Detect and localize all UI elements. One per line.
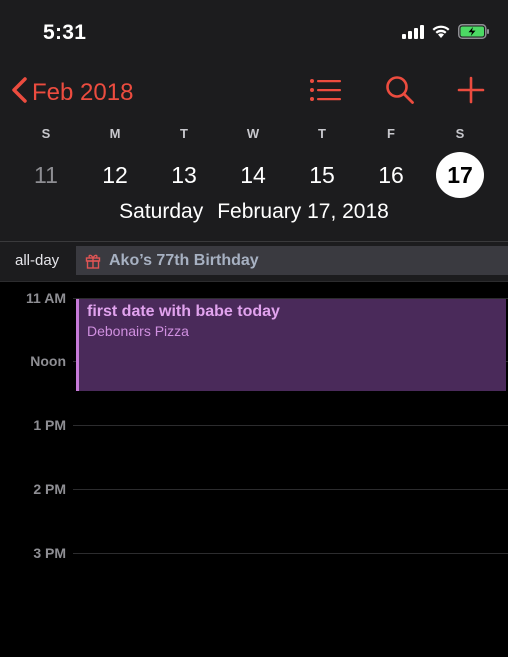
weekday-label: T	[318, 126, 326, 141]
back-label: Feb 2018	[32, 78, 134, 106]
weekday-label: S	[41, 126, 51, 141]
weekday-label: F	[387, 126, 395, 141]
day-16[interactable]: 16	[367, 152, 415, 198]
weekday-label: M	[109, 126, 121, 141]
day-14[interactable]: 14	[229, 152, 277, 198]
event-location: Debonairs Pizza	[87, 323, 189, 339]
all-day-event-title: Ako’s 77th Birthday	[109, 251, 259, 269]
status-time: 5:31	[43, 21, 87, 44]
all-day-label: all-day	[15, 252, 60, 269]
chevron-left-icon	[10, 76, 28, 109]
day-12[interactable]: 12	[91, 152, 139, 198]
list-view-button[interactable]	[306, 74, 344, 110]
hour-label: 3 PM	[33, 545, 66, 561]
status-icons	[402, 24, 490, 44]
calendar-event[interactable]: first date with babe today Debonairs Piz…	[76, 299, 506, 391]
gift-icon	[85, 253, 101, 269]
cellular-signal-icon	[402, 24, 424, 44]
day-17-selected[interactable]: 17	[436, 152, 484, 198]
selected-weekday: Saturday	[119, 200, 204, 223]
hour-label: 11 AM	[26, 290, 66, 306]
day-11[interactable]: 11	[22, 152, 70, 198]
search-icon	[385, 75, 415, 110]
day-15[interactable]: 15	[298, 152, 346, 198]
day-13[interactable]: 13	[160, 152, 208, 198]
hour-label: 1 PM	[33, 417, 66, 433]
all-day-event[interactable]: Ako’s 77th Birthday	[76, 246, 508, 275]
add-event-button[interactable]	[452, 74, 490, 110]
event-title: first date with babe today	[87, 303, 280, 320]
weekday-label: W	[246, 126, 260, 141]
search-button[interactable]	[381, 74, 419, 110]
hour-line	[73, 489, 508, 490]
selected-date-title: Saturday February 17, 2018	[0, 200, 508, 224]
weekday-label: S	[455, 126, 465, 141]
plus-icon	[457, 76, 485, 109]
back-to-month-button[interactable]: Feb 2018	[10, 76, 133, 109]
hour-label: 2 PM	[33, 481, 66, 497]
battery-charging-icon	[458, 24, 490, 44]
hour-line	[73, 425, 508, 426]
hour-label: Noon	[30, 353, 66, 369]
selected-full-date: February 17, 2018	[217, 200, 389, 223]
wifi-icon	[431, 24, 451, 44]
hour-line	[73, 553, 508, 554]
weekday-label: T	[180, 126, 188, 141]
list-icon	[309, 77, 341, 108]
